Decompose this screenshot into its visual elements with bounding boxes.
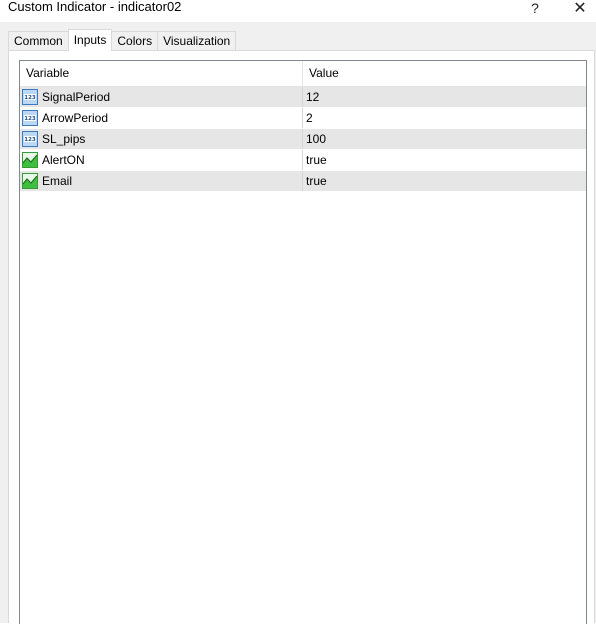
help-icon: ? — [531, 0, 539, 16]
inputs-panel: Variable Value 123 SignalPeriod 12 123 A… — [8, 50, 595, 624]
table-row[interactable]: 123 ArrowPeriod 2 — [20, 108, 586, 129]
column-header-variable[interactable]: Variable — [20, 61, 303, 86]
table-row[interactable]: AlertON true — [20, 150, 586, 171]
tab-colors[interactable]: Colors — [111, 31, 159, 51]
value-cell[interactable]: 100 — [303, 129, 586, 149]
grid-rows: 123 SignalPeriod 12 123 ArrowPeriod 2 12… — [20, 87, 586, 192]
svg-text:123: 123 — [24, 95, 36, 101]
variable-cell[interactable]: 123 ArrowPeriod — [20, 108, 303, 128]
close-button[interactable]: ✕ — [560, 0, 596, 18]
value-cell[interactable]: 12 — [303, 87, 586, 107]
value-cell[interactable]: true — [303, 171, 586, 191]
variable-cell[interactable]: Email — [20, 171, 303, 191]
numeric-123-icon: 123 — [22, 131, 38, 147]
table-row[interactable]: 123 SignalPeriod 12 — [20, 87, 586, 108]
variable-cell[interactable]: AlertON — [20, 150, 303, 170]
grid-header: Variable Value — [20, 61, 586, 87]
variable-name: AlertON — [42, 153, 85, 167]
numeric-123-icon: 123 — [22, 110, 38, 126]
boolean-chart-icon — [22, 152, 38, 168]
help-button[interactable]: ? — [515, 0, 555, 18]
value-cell[interactable]: true — [303, 150, 586, 170]
value-cell[interactable]: 2 — [303, 108, 586, 128]
title-bar: Custom Indicator - indicator02 ? ✕ — [0, 0, 596, 22]
tab-inputs[interactable]: Inputs — [67, 29, 113, 51]
variable-name: ArrowPeriod — [42, 111, 109, 125]
column-header-value[interactable]: Value — [303, 61, 586, 86]
boolean-chart-icon — [22, 173, 38, 189]
tab-visualization[interactable]: Visualization — [157, 31, 237, 51]
svg-text:123: 123 — [24, 137, 36, 143]
table-row[interactable]: 123 SL_pips 100 — [20, 129, 586, 150]
variable-name: SL_pips — [42, 132, 86, 146]
tab-common[interactable]: Common — [8, 31, 69, 51]
close-icon: ✕ — [573, 0, 587, 17]
variable-cell[interactable]: 123 SignalPeriod — [20, 87, 303, 107]
numeric-123-icon: 123 — [22, 89, 38, 105]
table-row[interactable]: Email true — [20, 171, 586, 192]
svg-text:123: 123 — [24, 116, 36, 122]
dialog-client: Common Inputs Colors Visualization Varia… — [0, 22, 596, 624]
variable-cell[interactable]: 123 SL_pips — [20, 129, 303, 149]
inputs-grid: Variable Value 123 SignalPeriod 12 123 A… — [19, 60, 587, 624]
variable-name: Email — [42, 174, 73, 188]
variable-name: SignalPeriod — [42, 90, 111, 104]
window-title: Custom Indicator - indicator02 — [8, 0, 182, 14]
tab-strip: Common Inputs Colors Visualization — [8, 29, 237, 51]
